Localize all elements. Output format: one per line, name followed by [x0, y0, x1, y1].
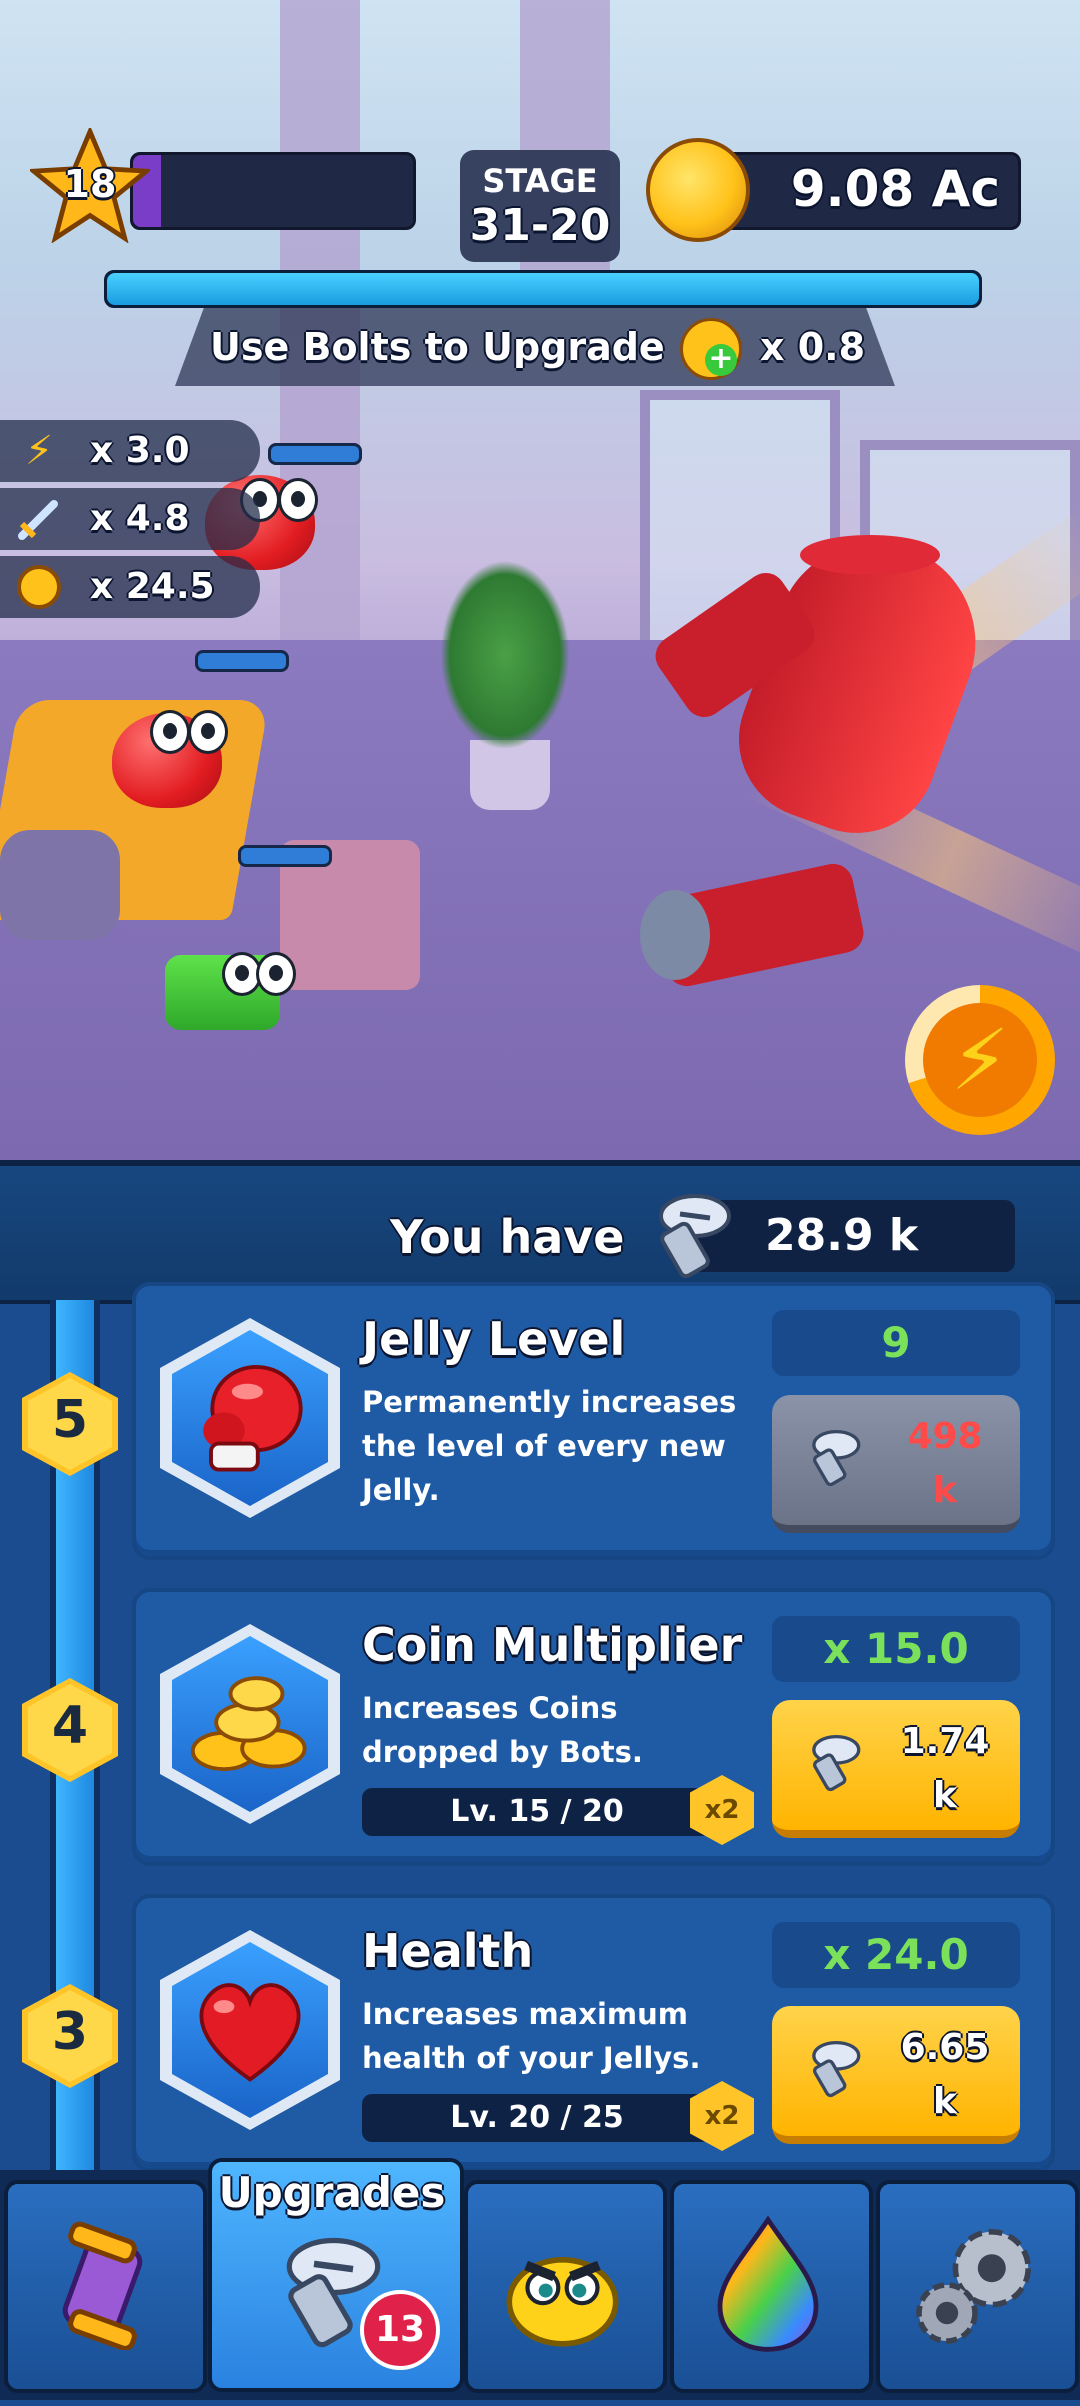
- stage-progress-fill: [107, 273, 979, 305]
- jelly-eye: [150, 710, 190, 754]
- coin-balance: 9.08 Ac: [790, 160, 1000, 218]
- upgrade-level: Lv. 15 / 20: [450, 1794, 624, 1829]
- nav-upgrades-label: Upgrades: [218, 2168, 446, 2217]
- player-level: 18: [63, 162, 117, 206]
- bolt-icon: [812, 1429, 861, 1487]
- upgrade-level: Lv. 20 / 25: [450, 2100, 624, 2135]
- lightning-icon: ⚡: [950, 1011, 1010, 1109]
- upgrade-description: Increases Coins dropped by Bots.: [362, 1691, 643, 1769]
- bolt-banner-text: Use Bolts to Upgrade: [210, 325, 665, 369]
- upgrade-description: Permanently increases the level of every…: [362, 1385, 737, 1507]
- jelly-eye: [256, 952, 296, 996]
- coins-stack-icon: [190, 1676, 307, 1772]
- jelly-eye: [278, 478, 318, 522]
- x2-boost-label: x2: [704, 1795, 740, 1825]
- gears-icon: [916, 2229, 1031, 2344]
- jelly-eye: [188, 710, 228, 754]
- robot-top: [800, 535, 940, 575]
- buy-price: 498: [907, 1416, 983, 1457]
- bolt-bonus-value: x 0.8: [760, 325, 866, 369]
- upgrade-value: x 15.0: [823, 1624, 969, 1673]
- player-level-bar: [130, 152, 416, 230]
- rank-number: 3: [51, 2002, 89, 2062]
- bag: [0, 830, 120, 940]
- upgrade-title: Jelly Level: [362, 1312, 626, 1366]
- rainbow-drop-icon: [717, 2215, 819, 2352]
- coin-icon: [14, 562, 64, 612]
- upgrade-title: Coin Multiplier: [362, 1618, 743, 1672]
- you-have-label: You have: [390, 1210, 625, 1264]
- jelly-face-icon: [506, 2257, 619, 2347]
- buy-price: 1.74: [900, 1721, 990, 1762]
- plus-icon: +: [705, 344, 737, 376]
- bolt-icon: [812, 1734, 861, 1792]
- jelly-health-bar: [268, 443, 362, 465]
- multiplier-value: x 24.5: [90, 566, 215, 607]
- bolt-icon: [812, 2040, 861, 2098]
- buy-price-unit: k: [933, 1775, 957, 1816]
- sword-icon: [14, 494, 64, 544]
- jelly-health-bar: [195, 650, 289, 672]
- lightning-icon: ⚡: [24, 428, 54, 474]
- upgrade-value: x 24.0: [823, 1930, 969, 1979]
- bolt-balance: 28.9 k: [765, 1210, 919, 1261]
- boxing-glove-icon: [203, 1364, 303, 1472]
- stage-progress-bar: [104, 270, 982, 308]
- heart-icon: [199, 1983, 301, 2082]
- stage-label: STAGE: [482, 162, 598, 200]
- robot-cannon-muzzle: [640, 890, 710, 980]
- capsule-icon: [62, 2221, 143, 2350]
- upgrade-description: Increases maximum health of your Jellys.: [362, 1997, 701, 2075]
- x2-boost-label: x2: [704, 2101, 740, 2131]
- buy-price-unit: k: [933, 2081, 957, 2122]
- upgrade-title: Health: [362, 1924, 534, 1978]
- plant-leaves: [440, 560, 570, 750]
- bolt-icon: [659, 1194, 731, 1279]
- upgrades-count-badge: 13: [360, 2290, 440, 2370]
- stage-value: 31-20: [469, 200, 611, 251]
- plant-pot: [470, 740, 550, 810]
- buy-price: 6.65: [900, 2027, 990, 2068]
- rank-number: 5: [51, 1390, 89, 1450]
- upgrade-value: 9: [881, 1318, 911, 1367]
- jelly-health-bar: [238, 845, 332, 867]
- buy-price-unit: k: [933, 1470, 957, 1511]
- rank-number: 4: [51, 1696, 89, 1756]
- multiplier-value: x 4.8: [90, 498, 190, 539]
- multiplier-value: x 3.0: [90, 430, 190, 471]
